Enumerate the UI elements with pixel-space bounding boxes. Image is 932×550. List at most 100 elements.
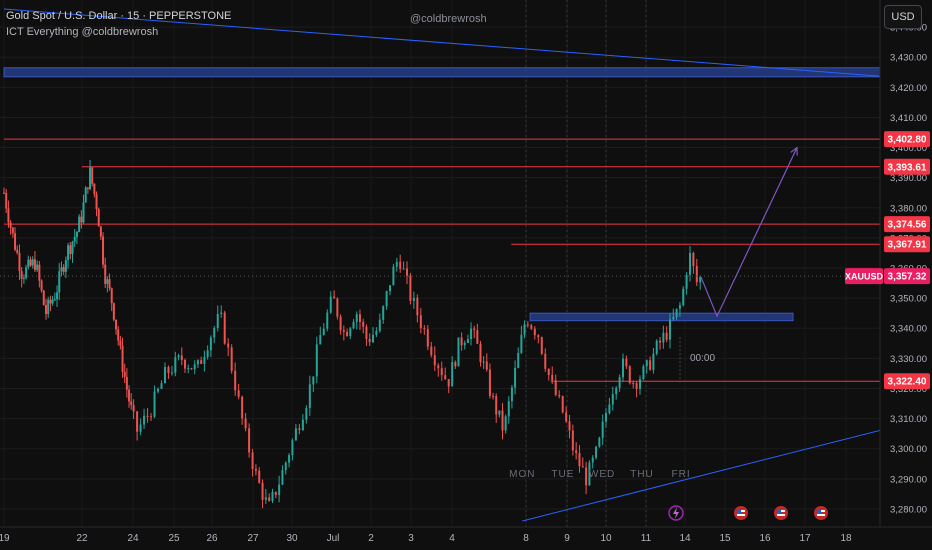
- candle-body: [177, 355, 180, 358]
- candle-body: [42, 290, 45, 306]
- candle-body: [605, 413, 607, 422]
- candle-body: [672, 317, 675, 320]
- candle-body: [95, 194, 98, 210]
- candle-body: [668, 319, 671, 340]
- candle-body: [180, 355, 183, 361]
- candle-body: [91, 167, 94, 184]
- candle-body: [642, 366, 645, 380]
- candle-body: [5, 192, 8, 209]
- candle-body: [608, 404, 611, 414]
- candle-body: [632, 382, 635, 384]
- candle-body: [618, 377, 621, 388]
- y-tick-label: 3,390.00: [890, 173, 927, 184]
- candle-body: [174, 357, 177, 373]
- candle-body: [495, 396, 498, 415]
- candle-body: [533, 328, 536, 336]
- candle-body: [119, 340, 122, 346]
- candle-body: [112, 303, 115, 320]
- x-tick-label: 25: [168, 533, 180, 544]
- candle-body: [598, 437, 601, 447]
- x-tick-label: 11: [641, 533, 652, 544]
- candle-body: [695, 266, 698, 283]
- candle-body: [128, 389, 131, 402]
- candle-body: [56, 292, 59, 300]
- candle-body: [349, 328, 352, 337]
- x-tick-label: 22: [76, 533, 88, 544]
- candle-body: [662, 332, 665, 343]
- candle-body: [652, 353, 655, 370]
- candle-body: [104, 264, 107, 284]
- candle-body: [7, 208, 10, 223]
- candle-body: [402, 268, 405, 270]
- candle-body: [412, 297, 415, 301]
- candle-body: [611, 394, 614, 405]
- candle-body: [568, 421, 571, 431]
- flag-canton: [737, 509, 741, 513]
- candle-body: [117, 329, 120, 341]
- candle-body: [399, 261, 402, 269]
- current-price-label: 3,357.32: [888, 272, 927, 283]
- candle-body: [385, 291, 388, 307]
- candle-body: [578, 452, 581, 467]
- candle-body: [433, 355, 436, 366]
- candle-body: [16, 249, 19, 253]
- candle-body: [591, 457, 594, 463]
- candle-body: [67, 245, 70, 261]
- level-label-3: 3,367.91: [888, 240, 927, 251]
- candle-body: [378, 319, 381, 331]
- indicator-legend[interactable]: ICT Everything @coldbrewrosh: [6, 26, 158, 38]
- zone-1[interactable]: [529, 312, 794, 322]
- candle-body: [301, 419, 304, 431]
- candle-body: [585, 467, 588, 486]
- candle-body: [485, 361, 488, 370]
- candle-body: [209, 337, 212, 351]
- projection-path[interactable]: [700, 147, 798, 318]
- candle-body: [196, 360, 199, 365]
- symbol-title[interactable]: Gold Spot / U.S. Dollar · 15 · PEPPERSTO…: [6, 10, 231, 22]
- trendline-1[interactable]: [522, 404, 932, 522]
- candle-body: [575, 450, 578, 453]
- candle-body: [9, 222, 12, 228]
- candle-body: [44, 305, 47, 314]
- candle-body: [689, 252, 691, 275]
- candle-body: [355, 314, 358, 322]
- candle-body: [130, 401, 133, 405]
- candle-body: [635, 383, 638, 389]
- x-tick-label: 2: [368, 533, 374, 544]
- candle-body: [29, 259, 32, 266]
- candle-body: [288, 455, 291, 463]
- y-tick-label: 3,380.00: [890, 203, 927, 214]
- candle-body: [561, 396, 564, 413]
- candle-body: [601, 421, 604, 438]
- candle-body: [36, 264, 39, 270]
- candle-body: [312, 376, 315, 385]
- candle-body: [258, 470, 261, 483]
- candle-body: [244, 418, 247, 429]
- candle-body: [305, 407, 308, 420]
- candle-body: [193, 364, 196, 370]
- candle-body: [476, 330, 479, 344]
- candle-body: [58, 271, 61, 293]
- candle-body: [382, 306, 385, 320]
- zone-0[interactable]: [3, 67, 903, 78]
- candle-body: [167, 367, 170, 373]
- candle-body: [530, 325, 533, 329]
- price-chart[interactable]: 3,280.003,290.003,300.003,310.003,320.00…: [0, 0, 932, 550]
- y-tick-label: 3,430.00: [890, 53, 927, 64]
- x-tick-label: 9: [564, 533, 570, 544]
- candle-body: [33, 259, 36, 270]
- candle-body: [20, 271, 23, 279]
- weekday-label: THU: [630, 469, 654, 480]
- candle-body: [294, 428, 297, 441]
- candle-body: [73, 236, 76, 242]
- candle-body: [358, 314, 361, 322]
- currency-button[interactable]: USD: [884, 5, 922, 29]
- candle-body: [430, 346, 433, 356]
- y-tick-label: 3,280.00: [890, 504, 927, 515]
- candle-body: [216, 314, 219, 328]
- time-axis[interactable]: [0, 527, 932, 550]
- candle-body: [139, 424, 142, 432]
- candle-body: [454, 362, 457, 367]
- weekday-label: WED: [589, 469, 615, 480]
- candle-body: [368, 338, 371, 343]
